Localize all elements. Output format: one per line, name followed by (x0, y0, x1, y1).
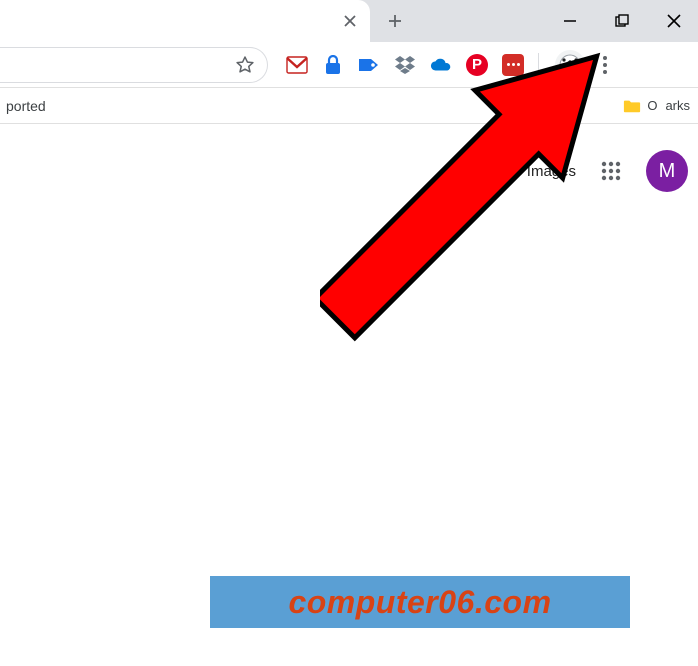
gmail-link[interactable]: Gmail (466, 163, 505, 180)
google-apps-button[interactable] (598, 158, 624, 184)
import-bookmarks-text: ported (6, 98, 46, 114)
google-header-row: Gmail Images M (466, 150, 688, 192)
bookmark-star-button[interactable] (233, 53, 257, 77)
bookmark-folder-2[interactable]: arks (665, 98, 690, 113)
bookmark-folder-1[interactable]: O (623, 98, 657, 114)
images-link[interactable]: Images (527, 163, 576, 180)
maximize-icon (615, 14, 629, 28)
bookmark-folder-1-label: O (647, 98, 657, 113)
tab-strip (0, 0, 698, 42)
pinterest-icon: P (466, 54, 488, 76)
vertical-dots-icon (602, 55, 608, 75)
dropbox-icon (394, 55, 416, 75)
soccer-avatar-icon (559, 54, 581, 76)
chrome-menu-button[interactable] (595, 50, 615, 80)
folder-icon (623, 98, 641, 114)
lastpass-extension-icon[interactable] (502, 54, 524, 76)
lastpass-icon (502, 54, 524, 76)
avatar-initial: M (659, 160, 676, 183)
new-tab-button[interactable] (380, 6, 410, 36)
extensions-row: P (286, 53, 539, 77)
google-account-avatar[interactable]: M (646, 150, 688, 192)
maximize-button[interactable] (608, 7, 636, 35)
lock-extension-icon[interactable] (322, 54, 344, 76)
grid-dots-icon (600, 160, 622, 182)
tab-close-button[interactable] (340, 11, 360, 31)
bookmarks-bar: ported O arks (0, 88, 698, 124)
minimize-icon (563, 14, 577, 28)
star-outline-icon (235, 55, 255, 75)
active-tab[interactable] (0, 0, 370, 42)
watermark-banner: computer06.com (210, 576, 630, 628)
gmail-extension-icon[interactable] (286, 54, 308, 76)
omnibox[interactable] (0, 47, 268, 83)
lock-icon (324, 55, 342, 75)
pinterest-extension-icon[interactable]: P (466, 54, 488, 76)
tag-extension-icon[interactable] (358, 54, 380, 76)
toolbar: P (0, 42, 698, 88)
bookmark-folder-2-label: arks (665, 98, 690, 113)
window-controls (556, 0, 698, 42)
close-icon (666, 13, 682, 29)
profile-button[interactable] (555, 50, 585, 80)
tag-icon (358, 55, 380, 75)
plus-icon (387, 13, 403, 29)
gmail-icon (286, 56, 308, 74)
cloud-icon (430, 57, 452, 73)
minimize-button[interactable] (556, 7, 584, 35)
bookmarks-right-group: O arks (623, 98, 690, 114)
extension-separator (538, 53, 539, 77)
window-close-button[interactable] (660, 7, 688, 35)
pinterest-label: P (472, 56, 482, 73)
close-icon (344, 15, 356, 27)
dropbox-extension-icon[interactable] (394, 54, 416, 76)
watermark-text: computer06.com (288, 584, 551, 621)
onedrive-extension-icon[interactable] (430, 54, 452, 76)
